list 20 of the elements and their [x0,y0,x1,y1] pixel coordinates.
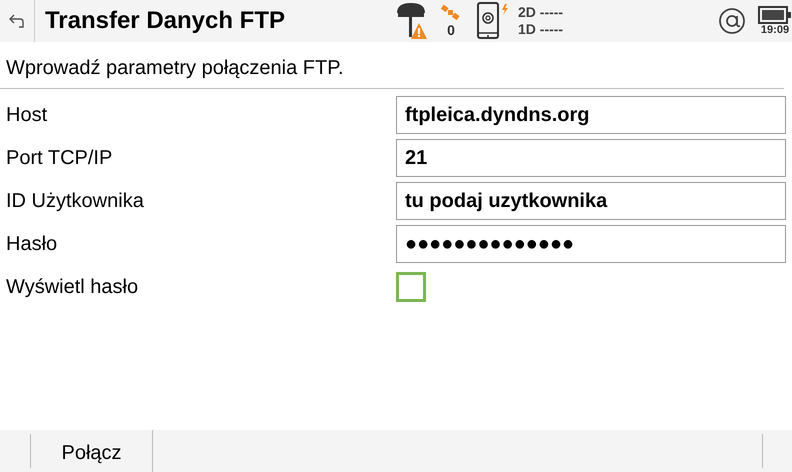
input-field[interactable]: 21 [396,139,786,177]
input-field[interactable]: ●●●●●●●●●●●●●● [396,225,786,263]
show-password-checkbox[interactable] [396,272,426,302]
precision-2d-text: 2D ----- [518,4,564,21]
battery-icon [758,6,792,24]
back-arrow-icon[interactable] [8,12,26,30]
instruction-text: Wprowadź parametry połączenia FTP. [0,42,784,89]
clock-time: 19:09 [760,24,790,36]
connect-button[interactable]: Połącz [31,430,153,472]
precision-1d-text: 1D ----- [518,21,564,38]
field-label: Host [6,102,48,128]
at-icon [718,7,746,35]
input-field[interactable]: ftpleica.dyndns.org [396,96,786,134]
input-field[interactable]: tu podaj uzytkownika [396,182,786,220]
field-label: Port TCP/IP [6,146,114,170]
satellite-count: 0 [447,22,455,38]
checkbox-label: Wyświetl hasło [6,274,140,300]
field-label: ID Użytkownika [6,188,145,214]
window-title: Transfer Danych FTP [44,7,286,35]
field-label: Hasło [6,232,58,256]
